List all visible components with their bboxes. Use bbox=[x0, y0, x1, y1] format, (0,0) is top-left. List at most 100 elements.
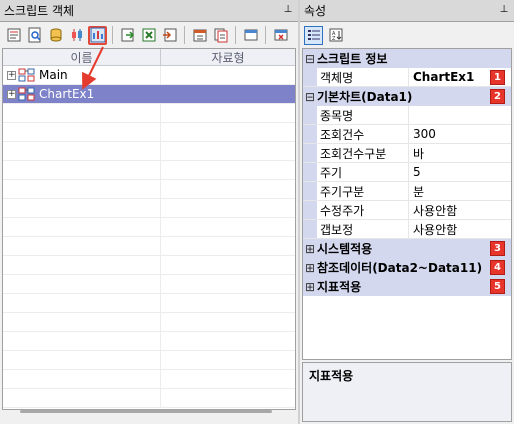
column-header-name[interactable]: 이름 bbox=[3, 49, 161, 65]
categorized-view-icon[interactable] bbox=[304, 25, 323, 45]
tree-row-name-cell: + ChartEx1 bbox=[3, 85, 161, 103]
property-value[interactable]: 바 bbox=[409, 145, 511, 162]
annotation-badge: 2 bbox=[490, 89, 505, 104]
expand-icon[interactable]: ⊞ bbox=[303, 261, 317, 275]
empty-row bbox=[3, 123, 295, 142]
empty-row bbox=[3, 199, 295, 218]
empty-row bbox=[3, 294, 295, 313]
property-value[interactable]: 300 bbox=[409, 127, 511, 141]
category-label: 지표적용 bbox=[317, 280, 362, 294]
expand-icon[interactable]: + bbox=[7, 89, 16, 99]
horizontal-scrollbar[interactable] bbox=[20, 410, 272, 413]
property-value[interactable]: 사용안함 bbox=[409, 221, 511, 238]
copy-document-icon[interactable] bbox=[211, 26, 230, 45]
property-name: 갭보정 bbox=[317, 220, 409, 238]
category-reference-data[interactable]: ⊞ 참조데이터(Data2~Data11) 4 bbox=[303, 258, 511, 277]
chart-node-icon bbox=[18, 68, 35, 82]
candle-chart-icon[interactable] bbox=[67, 26, 86, 45]
script-objects-title-bar: 스크립트 객체 ⊥ bbox=[0, 0, 298, 22]
expand-icon[interactable]: + bbox=[7, 70, 16, 80]
property-row[interactable]: 조회건수구분 바 bbox=[303, 144, 511, 163]
category-script-info[interactable]: ⊟ 스크립트 정보 bbox=[303, 49, 511, 68]
empty-row bbox=[3, 142, 295, 161]
tree-header: 이름 자료형 bbox=[3, 49, 295, 66]
tree-rows: + Main + ChartEx1 bbox=[3, 66, 295, 408]
column-header-type[interactable]: 자료형 bbox=[161, 49, 295, 65]
annotation-badge: 5 bbox=[490, 279, 505, 294]
pin-icon[interactable]: ⊥ bbox=[498, 4, 510, 16]
tree-row-name-cell: + Main bbox=[3, 66, 161, 84]
property-row[interactable]: 주기 5 bbox=[303, 163, 511, 182]
script-objects-toolbar bbox=[0, 22, 298, 48]
property-grid: ⊟ 스크립트 정보 객체명 ChartEx1 1 ⊟ 기본차트(Data1) 2… bbox=[302, 48, 512, 360]
empty-row bbox=[3, 256, 295, 275]
annotation-badge: 3 bbox=[490, 241, 505, 256]
property-name: 종목명 bbox=[317, 106, 409, 124]
script-objects-title: 스크립트 객체 bbox=[4, 4, 75, 18]
expand-icon[interactable]: ⊞ bbox=[303, 242, 317, 256]
chart-object-icon[interactable] bbox=[88, 25, 107, 45]
property-row[interactable]: 종목명 bbox=[303, 106, 511, 125]
empty-row bbox=[3, 237, 295, 256]
window-icon[interactable] bbox=[241, 26, 260, 45]
empty-row bbox=[3, 351, 295, 370]
property-name: 주기구분 bbox=[317, 182, 409, 200]
annotation-badge: 1 bbox=[490, 70, 505, 85]
properties-title: 속성 bbox=[304, 4, 327, 18]
properties-toolbar: AZ bbox=[300, 22, 514, 48]
description-title: 지표적용 bbox=[309, 369, 354, 383]
category-indicator-apply[interactable]: ⊞ 지표적용 5 bbox=[303, 277, 511, 296]
collapse-icon[interactable]: ⊟ bbox=[303, 52, 317, 66]
category-label: 스크립트 정보 bbox=[317, 52, 388, 66]
category-label: 참조데이터(Data2~Data11) bbox=[317, 261, 483, 275]
calendar-icon[interactable] bbox=[190, 26, 209, 45]
tree-node-label: ChartEx1 bbox=[39, 87, 95, 101]
toolbar-separator bbox=[235, 26, 236, 44]
import-icon[interactable] bbox=[118, 26, 137, 45]
empty-row bbox=[3, 332, 295, 351]
script-objects-panel: 스크립트 객체 ⊥ 이름 자료형 + Main + ChartEx1 bbox=[0, 0, 298, 424]
category-system-apply[interactable]: ⊞ 시스템적용 3 bbox=[303, 239, 511, 258]
property-name: 조회건수구분 bbox=[317, 144, 409, 162]
property-row[interactable]: 조회건수 300 bbox=[303, 125, 511, 144]
export-icon[interactable] bbox=[160, 26, 179, 45]
properties-title-bar: 속성 ⊥ bbox=[300, 0, 514, 22]
delete-window-icon[interactable] bbox=[271, 26, 290, 45]
category-basic-chart[interactable]: ⊟ 기본차트(Data1) 2 bbox=[303, 87, 511, 106]
tree-row-chartex1[interactable]: + ChartEx1 bbox=[3, 85, 295, 104]
property-name: 조회건수 bbox=[317, 125, 409, 143]
category-label: 시스템적용 bbox=[317, 242, 373, 256]
chart-node-icon bbox=[18, 87, 35, 101]
collapse-icon[interactable]: ⊟ bbox=[303, 90, 317, 104]
expand-icon[interactable]: ⊞ bbox=[303, 280, 317, 294]
property-description: 지표적용 bbox=[302, 362, 512, 422]
empty-row bbox=[3, 218, 295, 237]
property-row[interactable]: 수정주가 사용안함 bbox=[303, 201, 511, 220]
alphabetical-sort-icon[interactable]: AZ bbox=[326, 26, 345, 45]
svg-text:Z: Z bbox=[332, 36, 336, 42]
empty-row bbox=[3, 161, 295, 180]
property-row[interactable]: 객체명 ChartEx1 1 bbox=[303, 68, 511, 87]
excel-icon[interactable] bbox=[139, 26, 158, 45]
annotation-badge: 4 bbox=[490, 260, 505, 275]
property-name: 객체명 bbox=[317, 68, 409, 86]
empty-row bbox=[3, 313, 295, 332]
properties-list-icon[interactable] bbox=[4, 26, 23, 45]
tree-node-label: Main bbox=[39, 68, 68, 82]
properties-panel: 속성 ⊥ AZ ⊟ 스크립트 정보 객체명 ChartEx1 1 ⊟ 기본차트(… bbox=[300, 0, 514, 424]
tree-row-main[interactable]: + Main bbox=[3, 66, 295, 85]
empty-row bbox=[3, 275, 295, 294]
database-icon[interactable] bbox=[46, 26, 65, 45]
property-value[interactable]: 사용안함 bbox=[409, 202, 511, 219]
property-name: 수정주가 bbox=[317, 201, 409, 219]
search-document-icon[interactable] bbox=[25, 26, 44, 45]
property-value[interactable]: 분 bbox=[409, 183, 511, 200]
property-row[interactable]: 갭보정 사용안함 bbox=[303, 220, 511, 239]
toolbar-separator bbox=[265, 26, 266, 44]
property-row[interactable]: 주기구분 분 bbox=[303, 182, 511, 201]
property-value[interactable]: 5 bbox=[409, 165, 511, 179]
pin-icon[interactable]: ⊥ bbox=[282, 4, 294, 16]
empty-row bbox=[3, 370, 295, 389]
empty-row bbox=[3, 104, 295, 123]
category-label: 기본차트(Data1) bbox=[317, 90, 413, 104]
